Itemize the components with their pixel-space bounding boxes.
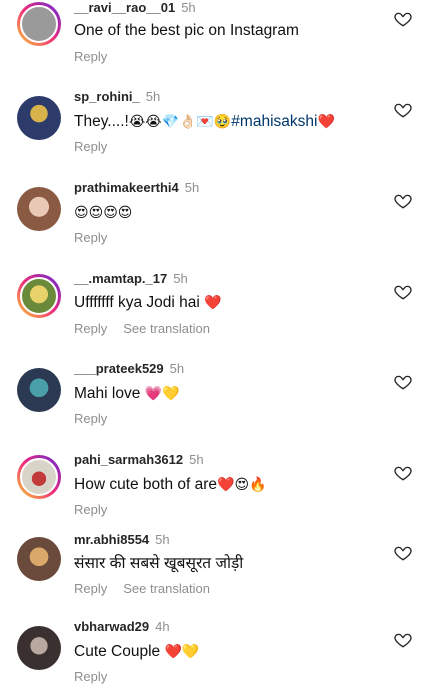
heart-icon[interactable] xyxy=(394,101,412,119)
reply-button[interactable]: Reply xyxy=(74,502,107,517)
heart-icon[interactable] xyxy=(394,10,412,28)
comment-time: 5h xyxy=(145,89,161,104)
comment-username[interactable]: sp_rohini_ xyxy=(74,89,140,104)
reply-button[interactable]: Reply xyxy=(74,581,107,596)
see-translation-button[interactable]: See translation xyxy=(123,321,210,336)
comment-time: 5h xyxy=(155,532,170,547)
comment-emoji: 😍😍😍😍 xyxy=(74,205,133,221)
comment-time: 5h xyxy=(181,0,196,15)
comment-username[interactable]: prathimakeerthi4 xyxy=(74,180,179,195)
comment-emoji: ❤️ xyxy=(204,295,222,311)
comment-text: संसार की सबसे खूबसूरत जोड़ी xyxy=(74,555,244,572)
reply-button[interactable]: Reply xyxy=(74,669,107,684)
avatar[interactable] xyxy=(17,96,61,140)
hashtag-link[interactable]: #mahisakshi xyxy=(231,113,317,130)
reply-button[interactable]: Reply xyxy=(74,230,107,245)
reply-button[interactable]: Reply xyxy=(74,411,107,426)
comment-text: They....! xyxy=(74,113,129,130)
avatar[interactable] xyxy=(17,368,61,412)
comment-time: 5h xyxy=(169,361,185,376)
heart-icon[interactable] xyxy=(394,631,412,649)
comment-text: Mahi love xyxy=(74,385,141,402)
avatar[interactable] xyxy=(17,537,61,581)
comment-time: 5h xyxy=(184,180,200,195)
comment-username[interactable]: pahi_sarmah3612 xyxy=(74,452,183,467)
comment-emoji-end: ❤️ xyxy=(317,114,335,130)
comment-username[interactable]: __ravi__rao__01 xyxy=(74,0,175,15)
avatar[interactable] xyxy=(17,455,61,499)
comment-text: How cute both of are xyxy=(74,476,218,493)
heart-icon[interactable] xyxy=(394,464,412,482)
heart-icon[interactable] xyxy=(394,192,412,210)
avatar[interactable] xyxy=(17,274,61,318)
avatar[interactable] xyxy=(17,187,61,231)
comment-username[interactable]: ___prateek529 xyxy=(74,361,164,376)
comment-time: 5h xyxy=(189,452,204,467)
comment-username[interactable]: __.mamtap._17 xyxy=(74,271,167,286)
heart-icon[interactable] xyxy=(394,373,412,391)
see-translation-button[interactable]: See translation xyxy=(123,581,210,596)
comment-emoji: 😭😭💎👌🏻💌🥹 xyxy=(128,114,232,130)
comment-time: 5h xyxy=(173,271,188,286)
comment-text: Cute Couple xyxy=(74,643,161,660)
comment-username[interactable]: vbharwad29 xyxy=(74,619,149,634)
reply-button[interactable]: Reply xyxy=(74,139,107,154)
comment-emoji: ❤️💛 xyxy=(164,644,200,660)
comment-text: Ufffffff kya Jodi hai xyxy=(74,294,200,311)
comment-username[interactable]: mr.abhi8554 xyxy=(74,532,149,547)
comment-emoji: ❤️😍🔥 xyxy=(217,477,267,493)
avatar[interactable] xyxy=(17,2,61,46)
reply-button[interactable]: Reply xyxy=(74,321,107,336)
comment-emoji: 💗💛 xyxy=(144,386,180,402)
avatar[interactable] xyxy=(17,626,61,670)
heart-icon[interactable] xyxy=(394,283,412,301)
heart-icon[interactable] xyxy=(394,544,412,562)
comment-text: One of the best pic on Instagram xyxy=(74,22,299,39)
comment-time: 4h xyxy=(155,619,170,634)
reply-button[interactable]: Reply xyxy=(74,49,107,64)
